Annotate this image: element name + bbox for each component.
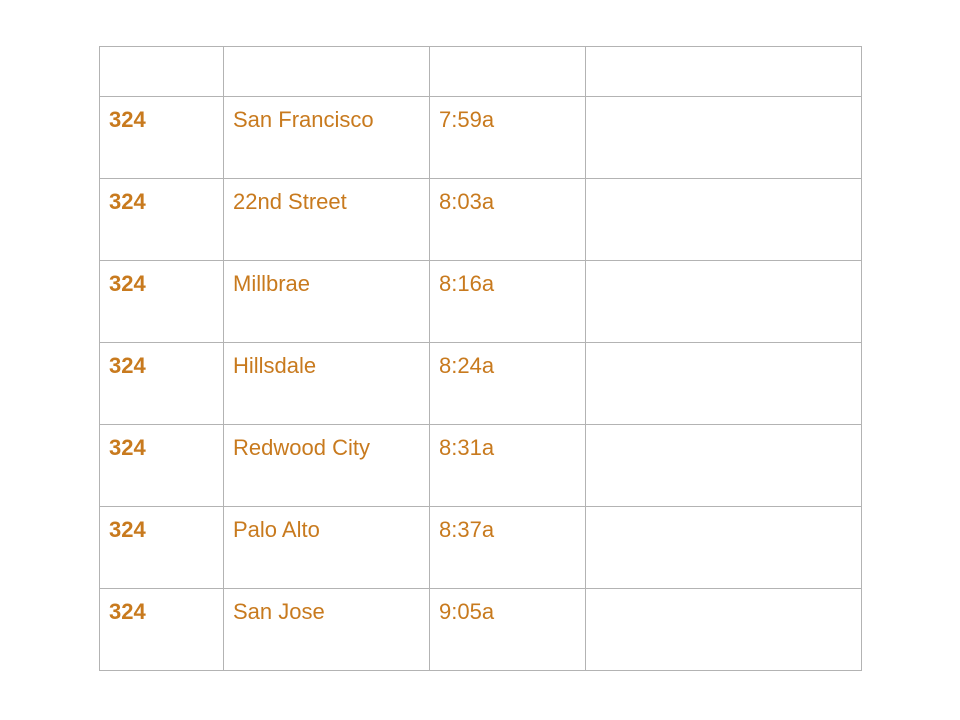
station-cell: 22nd Street <box>223 178 430 261</box>
note-cell <box>585 588 862 671</box>
station-cell: Palo Alto <box>223 506 430 589</box>
station-cell: San Jose <box>223 588 430 671</box>
time-cell: 8:37a <box>429 506 586 589</box>
train-number-cell: 324 <box>99 96 224 179</box>
table-row: 324 San Francisco 7:59a <box>99 96 862 179</box>
train-number-cell: 324 <box>99 342 224 425</box>
table-row: 324 Redwood City 8:31a <box>99 424 862 507</box>
header-cell <box>223 46 430 97</box>
table-row: 324 San Jose 9:05a <box>99 588 862 671</box>
train-number-cell: 324 <box>99 424 224 507</box>
station-cell: Redwood City <box>223 424 430 507</box>
time-cell: 9:05a <box>429 588 586 671</box>
header-cell <box>585 46 862 97</box>
table-row: 324 Millbrae 8:16a <box>99 260 862 343</box>
station-cell: San Francisco <box>223 96 430 179</box>
header-cell <box>99 46 224 97</box>
table-row: 324 Palo Alto 8:37a <box>99 506 862 589</box>
time-cell: 7:59a <box>429 96 586 179</box>
train-schedule-table: 324 San Francisco 7:59a 324 22nd Street … <box>99 46 862 671</box>
train-number-cell: 324 <box>99 506 224 589</box>
table-row: 324 22nd Street 8:03a <box>99 178 862 261</box>
table-row: 324 Hillsdale 8:24a <box>99 342 862 425</box>
train-number-cell: 324 <box>99 260 224 343</box>
train-number-cell: 324 <box>99 178 224 261</box>
time-cell: 8:16a <box>429 260 586 343</box>
train-number-cell: 324 <box>99 588 224 671</box>
note-cell <box>585 178 862 261</box>
table-header-row <box>99 46 862 97</box>
page: 324 San Francisco 7:59a 324 22nd Street … <box>0 0 960 720</box>
station-cell: Hillsdale <box>223 342 430 425</box>
note-cell <box>585 260 862 343</box>
time-cell: 8:31a <box>429 424 586 507</box>
note-cell <box>585 506 862 589</box>
station-cell: Millbrae <box>223 260 430 343</box>
time-cell: 8:03a <box>429 178 586 261</box>
note-cell <box>585 424 862 507</box>
note-cell <box>585 96 862 179</box>
header-cell <box>429 46 586 97</box>
note-cell <box>585 342 862 425</box>
time-cell: 8:24a <box>429 342 586 425</box>
